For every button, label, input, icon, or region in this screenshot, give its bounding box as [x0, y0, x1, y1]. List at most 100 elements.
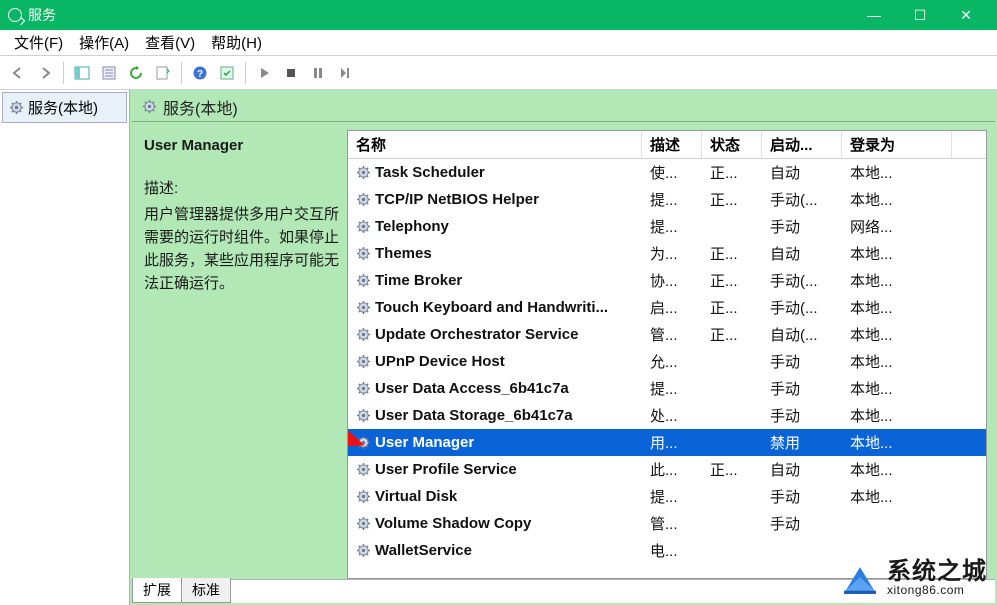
menu-file[interactable]: 文件(F)	[6, 30, 71, 55]
refresh-button[interactable]	[124, 61, 148, 85]
service-name-cell: TCP/IP NetBIOS Helper	[375, 191, 539, 208]
minimize-button[interactable]: —	[851, 0, 897, 30]
service-name-cell: Time Broker	[375, 272, 462, 289]
list-body[interactable]: Task Scheduler使...正...自动本地... TCP/IP NetB…	[348, 159, 986, 578]
column-header-logon[interactable]: 登录为	[842, 131, 952, 158]
service-logon-cell: 本地...	[842, 486, 952, 507]
service-logon-cell: 本地...	[842, 162, 952, 183]
service-desc-cell: 协...	[642, 270, 702, 291]
service-desc-cell: 提...	[642, 189, 702, 210]
service-row[interactable]: User Profile Service此...正...自动本地...	[348, 456, 986, 483]
service-desc-cell: 提...	[642, 378, 702, 399]
service-row[interactable]: User Data Storage_6b41c7a处...手动本地...	[348, 402, 986, 429]
column-header-status[interactable]: 状态	[702, 131, 762, 158]
pause-service-button[interactable]	[306, 61, 330, 85]
service-desc-cell: 为...	[642, 243, 702, 264]
detail-pane: User Manager 描述: 用户管理器提供多用户交互所需要的运行时组件。如…	[132, 122, 347, 579]
tree-node-services-local[interactable]: 服务(本地)	[2, 92, 127, 123]
gear-icon	[356, 354, 371, 369]
gear-icon	[356, 381, 371, 396]
service-logon-cell: 网络...	[842, 216, 952, 237]
service-logon-cell: 本地...	[842, 378, 952, 399]
service-name-cell: User Data Access_6b41c7a	[375, 380, 569, 397]
gear-icon	[142, 99, 157, 114]
maximize-button[interactable]: ☐	[897, 0, 943, 30]
close-button[interactable]: ✕	[943, 0, 989, 30]
service-desc-cell: 用...	[642, 432, 702, 453]
service-start-cell: 手动(...	[762, 297, 842, 318]
gear-icon	[356, 300, 371, 315]
main-area: 服务(本地) 服务(本地) User Manager 描述: 用户管理器提供多用…	[0, 90, 997, 605]
service-row[interactable]: UPnP Device Host允...手动本地...	[348, 348, 986, 375]
toolbar-separator	[63, 62, 64, 84]
tree-node-label: 服务(本地)	[28, 97, 98, 118]
service-state-cell: 正...	[702, 189, 762, 210]
service-row[interactable]: Touch Keyboard and Handwriti...启...正...手…	[348, 294, 986, 321]
service-row[interactable]: Virtual Disk提...手动本地...	[348, 483, 986, 510]
service-row[interactable]: Update Orchestrator Service管...正...自动(..…	[348, 321, 986, 348]
service-name-cell: User Manager	[375, 434, 474, 451]
service-name-cell: Volume Shadow Copy	[375, 515, 531, 532]
gear-icon	[9, 100, 24, 115]
service-desc-cell: 管...	[642, 324, 702, 345]
service-start-cell: 自动(...	[762, 324, 842, 345]
service-logon-cell: 本地...	[842, 243, 952, 264]
stop-service-button[interactable]	[279, 61, 303, 85]
menu-view[interactable]: 查看(V)	[137, 30, 203, 55]
service-name-cell: User Data Storage_6b41c7a	[375, 407, 573, 424]
gear-icon	[356, 462, 371, 477]
properties-button[interactable]	[151, 61, 175, 85]
gear-icon	[356, 516, 371, 531]
service-logon-cell: 本地...	[842, 324, 952, 345]
help-button[interactable]: ?	[188, 61, 212, 85]
service-desc-cell: 允...	[642, 351, 702, 372]
service-desc-cell: 使...	[642, 162, 702, 183]
back-button[interactable]	[6, 61, 30, 85]
column-header-startup[interactable]: 启动...	[762, 131, 842, 158]
service-row[interactable]: Themes为...正...自动本地...	[348, 240, 986, 267]
gear-icon	[356, 435, 371, 450]
service-start-cell: 手动	[762, 378, 842, 399]
service-start-cell: 自动	[762, 459, 842, 480]
service-start-cell: 手动	[762, 216, 842, 237]
tab-extended[interactable]: 扩展	[132, 578, 182, 603]
menu-action[interactable]: 操作(A)	[71, 30, 137, 55]
title-bar: 服务 — ☐ ✕	[0, 0, 997, 30]
column-header-description[interactable]: 描述	[642, 131, 702, 158]
column-header-name[interactable]: 名称	[348, 131, 642, 158]
content-header: 服务(本地)	[132, 92, 995, 122]
export-list-button[interactable]	[97, 61, 121, 85]
tab-standard[interactable]: 标准	[181, 578, 231, 603]
service-row[interactable]: TCP/IP NetBIOS Helper提...正...手动(...本地...	[348, 186, 986, 213]
action-list-button[interactable]	[215, 61, 239, 85]
forward-button[interactable]	[33, 61, 57, 85]
gear-icon	[356, 543, 371, 558]
watermark: 系统之城 xitong86.com	[839, 557, 987, 599]
restart-service-button[interactable]	[333, 61, 357, 85]
gear-icon	[356, 192, 371, 207]
service-logon-cell: 本地...	[842, 351, 952, 372]
service-desc-cell: 此...	[642, 459, 702, 480]
service-row[interactable]: Task Scheduler使...正...自动本地...	[348, 159, 986, 186]
service-name-cell: Themes	[375, 245, 432, 262]
service-logon-cell: 本地...	[842, 297, 952, 318]
service-row[interactable]: Telephony提...手动网络...	[348, 213, 986, 240]
service-name-cell: Virtual Disk	[375, 488, 457, 505]
service-row[interactable]: User Manager用...禁用本地...	[348, 429, 986, 456]
service-row[interactable]: User Data Access_6b41c7a 提... 手动本地...	[348, 375, 986, 402]
service-row[interactable]: Time Broker协...正...手动(...本地...	[348, 267, 986, 294]
watermark-logo-icon	[839, 557, 881, 599]
content-body: User Manager 描述: 用户管理器提供多用户交互所需要的运行时组件。如…	[132, 122, 995, 579]
show-hide-tree-button[interactable]	[70, 61, 94, 85]
gear-icon	[356, 165, 371, 180]
content-pane: 服务(本地) User Manager 描述: 用户管理器提供多用户交互所需要的…	[130, 90, 997, 605]
watermark-text-url: xitong86.com	[887, 584, 987, 597]
services-app-icon	[8, 8, 22, 22]
gear-icon	[356, 219, 371, 234]
service-row[interactable]: Volume Shadow Copy管...手动	[348, 510, 986, 537]
service-state-cell: 正...	[702, 324, 762, 345]
start-service-button[interactable]	[252, 61, 276, 85]
menu-help[interactable]: 帮助(H)	[203, 30, 270, 55]
window-title: 服务	[28, 5, 851, 25]
service-desc-cell: 启...	[642, 297, 702, 318]
